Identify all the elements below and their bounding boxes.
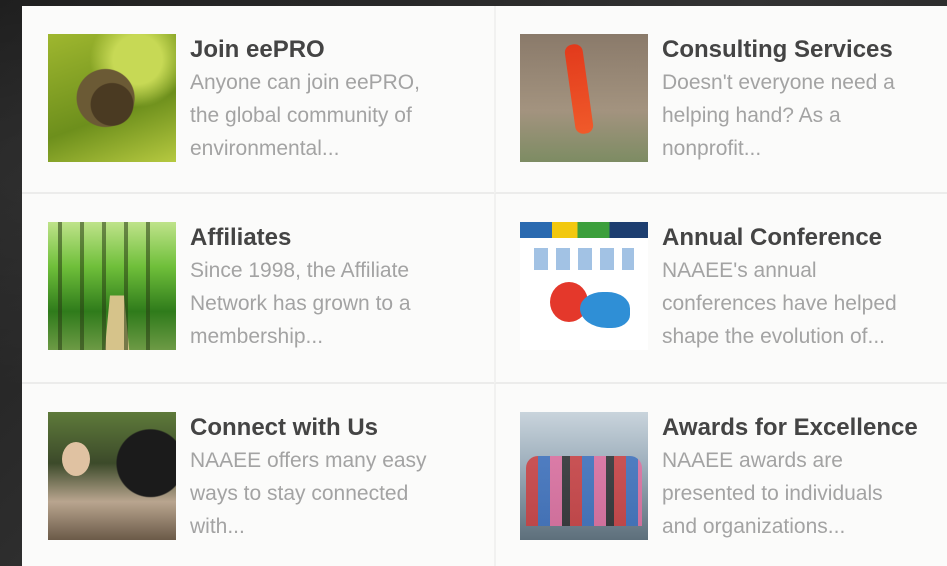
description-line: helping hand? As a [662,104,841,127]
description-line: nonprofit... [662,137,762,160]
card-description: Doesn't everyone need a helping hand? As… [662,66,947,165]
description-line: NAAEE offers many easy [190,449,427,472]
card-text: Join eePRO Anyone can join eePRO, the gl… [190,34,490,192]
card-text: Consulting Services Doesn't everyone nee… [662,34,947,192]
description-line: Network has grown to a [190,292,411,315]
card-awards-for-excellence[interactable]: Awards for Excellence NAAEE awards are p… [494,384,947,566]
description-line: the global community of [190,104,412,127]
poster-logos [534,248,634,270]
red-plant-image[interactable] [520,34,648,162]
description-line: with... [190,515,245,538]
card-description: NAAEE offers many easy ways to stay conn… [190,444,490,543]
description-line: NAAEE awards are [662,449,843,472]
leaf-insect-image[interactable] [48,34,176,162]
card-description: Anyone can join eePRO, the global commun… [190,66,490,165]
card-text: Affiliates Since 1998, the Affiliate Net… [190,222,490,382]
description-line: Doesn't everyone need a [662,71,895,94]
people-binoculars-image[interactable] [48,412,176,540]
card-description: Since 1998, the Affiliate Network has gr… [190,254,490,353]
conference-poster-image[interactable] [520,222,648,350]
cards-grid: Join eePRO Anyone can join eePRO, the gl… [22,6,947,566]
description-line: membership... [190,325,324,348]
bird-graphic [580,292,630,328]
description-line: shape the evolution of... [662,325,885,348]
card-title-link[interactable]: Awards for Excellence [662,414,947,442]
description-line: and organizations... [662,515,846,538]
description-line: Since 1998, the Affiliate [190,259,410,282]
card-title-link[interactable]: Join eePRO [190,36,490,64]
card-description: NAAEE's annual conferences have helped s… [662,254,947,353]
card-description: NAAEE awards are presented to individual… [662,444,947,543]
description-line: NAAEE's annual [662,259,817,282]
forest-path-image[interactable] [48,222,176,350]
card-title-link[interactable]: Annual Conference [662,224,947,252]
card-join-eepro[interactable]: Join eePRO Anyone can join eePRO, the gl… [22,6,494,194]
description-line: ways to stay connected [190,482,409,505]
card-title-link[interactable]: Connect with Us [190,414,490,442]
card-text: Connect with Us NAAEE offers many easy w… [190,412,490,566]
card-connect-with-us[interactable]: Connect with Us NAAEE offers many easy w… [22,384,494,566]
cards-panel: Join eePRO Anyone can join eePRO, the gl… [22,6,947,566]
description-line: environmental... [190,137,340,160]
card-title-link[interactable]: Consulting Services [662,36,947,64]
card-consulting-services[interactable]: Consulting Services Doesn't everyone nee… [494,6,947,194]
card-title-link[interactable]: Affiliates [190,224,490,252]
description-line: conferences have helped [662,292,897,315]
card-annual-conference[interactable]: Annual Conference NAAEE's annual confere… [494,194,947,384]
poster-banner [520,222,648,238]
description-line: presented to individuals [662,482,883,505]
card-affiliates[interactable]: Affiliates Since 1998, the Affiliate Net… [22,194,494,384]
description-line: Anyone can join eePRO, [190,71,420,94]
card-text: Awards for Excellence NAAEE awards are p… [662,412,947,566]
award-group-image[interactable] [520,412,648,540]
card-text: Annual Conference NAAEE's annual confere… [662,222,947,382]
